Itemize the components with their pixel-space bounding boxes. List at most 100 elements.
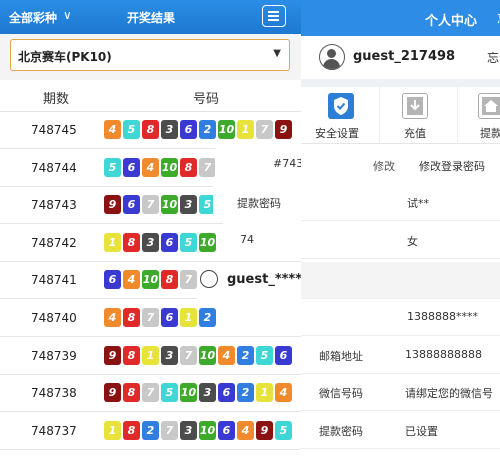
lottery-select[interactable]: 北京赛车(PK10) ▼ — [10, 39, 290, 71]
withdraw-button[interactable]: 提款 — [457, 87, 500, 144]
number-ball: 8 — [161, 270, 178, 290]
draw-numbers: 9 8 7 5 10 3 6 2 1 4 — [104, 383, 294, 403]
number-fragment: 74 — [240, 233, 254, 246]
number-ball: 5 — [275, 420, 292, 440]
modify-row[interactable]: 修改 修改登录密码 — [301, 147, 500, 184]
avatar[interactable] — [319, 44, 345, 70]
table-row[interactable]: 748740 4 8 7 6 1 2 — [0, 300, 301, 337]
collage-stage: 全部彩种 ∨ 开奖结果 北京赛车(PK10) ▼ 期数 号码 748745 4 5 8… — [0, 0, 500, 469]
number-ball: 2 — [199, 308, 216, 327]
table-row[interactable]: 748739 9 8 1 3 7 10 4 2 5 6 — [0, 337, 301, 375]
table-row[interactable]: 748737 1 8 2 7 3 10 6 4 9 5 — [0, 412, 301, 450]
number-ball: 4 — [275, 383, 292, 403]
number-ball: 6 — [161, 308, 178, 327]
number-ball: 3 — [142, 232, 159, 252]
lottery-select-area: 北京赛车(PK10) ▼ — [0, 34, 301, 80]
number-ball: 7 — [142, 195, 159, 215]
table-row[interactable]: 748745 4 5 8 3 6 2 10 1 7 9 — [0, 112, 301, 149]
draw-numbers: 1 8 2 7 3 10 6 4 9 5 — [104, 420, 294, 441]
security-settings-label: 安全设置 — [315, 127, 359, 140]
number-ball: 9 — [104, 195, 121, 215]
withdraw-pwd-label: 提款密码 — [319, 425, 363, 438]
draw-numbers: 4 5 8 3 6 2 10 1 7 9 — [104, 120, 294, 140]
draw-numbers: 5 6 4 10 8 7 — [104, 157, 218, 178]
number-ball: 1 — [256, 383, 273, 403]
number-ball: 1 — [142, 345, 159, 365]
issue-number: 748737 — [31, 423, 77, 438]
results-header: 全部彩种 ∨ 开奖结果 — [0, 0, 301, 34]
number-ball: 8 — [123, 232, 140, 252]
number-ball: 7 — [180, 270, 197, 290]
user-center-header: 个人中心 忘 — [301, 0, 500, 36]
results-table-header: 期数 号码 — [0, 80, 301, 112]
recharge-button[interactable]: 充值 — [379, 87, 457, 144]
email-value: 13888888888 — [405, 348, 482, 361]
withdraw-pwd-row[interactable]: 提款密码 已设置 — [301, 412, 500, 449]
name-row: 试** — [301, 184, 500, 221]
number-ball: 8 — [123, 383, 140, 403]
email-row[interactable]: 邮箱地址 13888888888 — [301, 337, 500, 374]
column-issue: 期数 — [43, 92, 70, 107]
number-ball: 3 — [180, 420, 197, 440]
blank-row — [301, 262, 500, 299]
number-ball: 7 — [256, 120, 273, 139]
number-ball: 8 — [123, 308, 140, 327]
number-ball: 7 — [142, 383, 159, 403]
issue-number: 748739 — [31, 348, 77, 363]
wechat-label: 微信号码 — [319, 387, 363, 400]
avatar — [200, 270, 218, 288]
phone-value: 1388888**** — [407, 310, 478, 323]
user-center-title: 个人中心 — [425, 14, 478, 29]
number-ball: 6 — [123, 195, 140, 215]
issue-number: 748745 — [31, 123, 77, 137]
number-ball: 10 — [199, 345, 216, 365]
draw-numbers: 487612 — [104, 308, 218, 328]
number-ball: 1 — [180, 308, 197, 327]
number-ball: 10 — [161, 157, 178, 177]
number-ball: 8 — [142, 120, 159, 139]
issue-number: 748742 — [31, 235, 77, 250]
phone-row: 1388888**** — [301, 299, 500, 336]
number-ball: 9 — [104, 383, 121, 403]
number-ball: 6 — [180, 120, 197, 139]
chevron-down-icon[interactable]: ∨ — [63, 8, 72, 22]
number-ball: 6 — [123, 157, 140, 177]
number-ball: 1 — [104, 420, 121, 440]
modify-login-pwd-link[interactable]: 修改登录密码 — [419, 158, 485, 174]
draw-numbers: 9 8 1 3 7 10 4 2 5 6 — [104, 345, 294, 366]
gender-row: 女 — [301, 222, 500, 259]
email-label: 邮箱地址 — [319, 350, 363, 363]
number-ball: 4 — [237, 420, 254, 440]
number-ball: 6 — [104, 270, 121, 290]
lottery-type-dropdown[interactable]: 全部彩种 — [9, 9, 57, 26]
username-edge-text: 忘 — [487, 51, 500, 65]
number-ball: 5 — [256, 345, 273, 365]
issue-number: 748741 — [31, 273, 77, 288]
caret-down-icon: ▼ — [273, 48, 281, 59]
download-icon — [402, 93, 428, 119]
number-ball: 2 — [237, 383, 254, 403]
menu-icon[interactable] — [262, 5, 286, 27]
recharge-label: 充值 — [404, 127, 426, 140]
withdraw-label: 提款 — [480, 127, 500, 140]
number-ball: 10 — [161, 195, 178, 215]
security-settings-button[interactable]: 安全设置 — [301, 87, 379, 144]
draw-numbers: 6 4 10 8 7 — [104, 270, 199, 290]
wechat-row[interactable]: 微信号码 请绑定您的微信号 — [301, 374, 500, 411]
number-ball: 6 — [218, 420, 235, 440]
number-ball: 4 — [142, 157, 159, 177]
page-title: 开奖结果 — [127, 11, 176, 25]
number-ball: 1 — [237, 120, 254, 139]
number-ball: 8 — [123, 420, 140, 440]
gender-value: 女 — [407, 235, 418, 248]
number-ball: 8 — [180, 157, 197, 177]
withdraw-pwd-fragment: 提款密码 — [237, 197, 281, 210]
number-ball: 10 — [199, 420, 216, 440]
number-ball: 7 — [180, 345, 197, 365]
table-row[interactable]: 748738 9 8 7 5 10 3 6 2 1 4 — [0, 375, 301, 413]
issue-number: 748738 — [31, 386, 77, 401]
number-ball: 3 — [161, 120, 178, 139]
number-ball: 5 — [180, 232, 197, 252]
number-ball: 2 — [142, 420, 159, 440]
number-ball: 9 — [104, 345, 121, 365]
